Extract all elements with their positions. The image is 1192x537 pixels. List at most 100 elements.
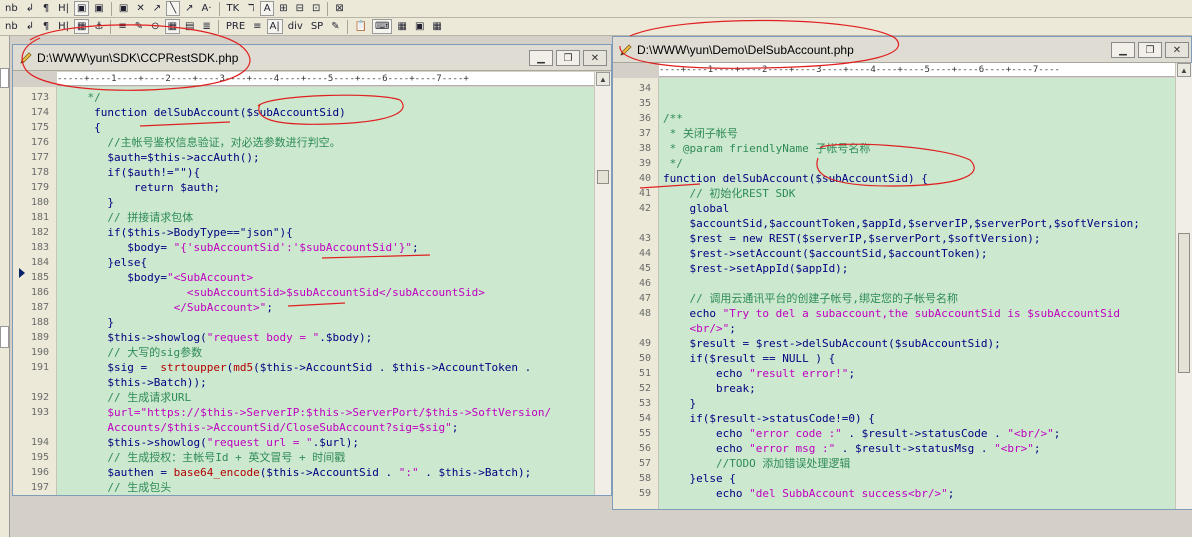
panel-handle[interactable] <box>0 68 9 88</box>
restore-button[interactable]: ❐ <box>556 50 580 66</box>
toolbar-button[interactable]: ▣ <box>91 1 106 16</box>
code-line[interactable]: */ <box>663 156 1175 171</box>
toolbar-button[interactable]: ▦ <box>164 19 181 34</box>
close-button[interactable]: ✕ <box>1165 42 1189 58</box>
code-line[interactable]: if($auth!=""){ <box>61 165 594 180</box>
toolbar-button[interactable]: ¶ <box>39 19 53 34</box>
code-line[interactable]: echo "error code :" . $result->statusCod… <box>663 426 1175 441</box>
toolbar-button[interactable]: ⊟ <box>293 1 307 16</box>
code-line[interactable]: // 拼接请求包体 <box>61 210 594 225</box>
scroll-thumb[interactable] <box>1178 233 1190 373</box>
scroll-thumb[interactable] <box>597 170 609 184</box>
toolbar-button[interactable]: H| <box>55 19 72 34</box>
code-line[interactable]: $sig = strtoupper(md5($this->AccountSid … <box>61 360 594 375</box>
toolbar-button[interactable]: nb <box>2 1 21 16</box>
code-line[interactable]: function delSubAccount($subAccountSid) <box>61 105 594 120</box>
code-line[interactable]: echo "del SubbAccount success<br/>"; <box>663 486 1175 501</box>
restore-button[interactable]: ❐ <box>1138 42 1162 58</box>
toolbar-button[interactable]: A· <box>199 1 215 16</box>
toolbar-button[interactable]: ╲ <box>166 1 181 16</box>
code-editor[interactable]: /** * 关闭子帐号 * @param friendlyName 子帐号名称 … <box>659 78 1175 509</box>
toolbar-button[interactable]: ▦ <box>73 19 90 34</box>
code-line[interactable]: $this->showlog("request body = ".$body); <box>61 330 594 345</box>
code-line[interactable]: echo "result error!"; <box>663 366 1175 381</box>
code-line[interactable]: Accounts/$this->AccountSid/CloseSubAccou… <box>61 420 594 435</box>
toolbar-button[interactable]: ▦ <box>429 19 444 34</box>
code-line[interactable]: } <box>61 195 594 210</box>
toolbar-button[interactable]: ↲ <box>23 1 37 16</box>
code-line[interactable]: */ <box>61 90 594 105</box>
toolbar-button[interactable]: ↗ <box>182 1 196 16</box>
code-line[interactable] <box>663 276 1175 291</box>
code-line[interactable]: $body= "{'subAccountSid':'$subAccountSid… <box>61 240 594 255</box>
code-line[interactable]: break; <box>663 381 1175 396</box>
toolbar-button[interactable]: ▣ <box>412 19 427 34</box>
code-line[interactable]: * 关闭子帐号 <box>663 126 1175 141</box>
toolbar-button[interactable]: ⊞ <box>276 1 290 16</box>
code-line[interactable]: // 生成包头 <box>61 480 594 495</box>
toolbar-button[interactable]: nb <box>2 19 21 34</box>
code-line[interactable]: echo "error msg :" . $result->statusMsg … <box>663 441 1175 456</box>
code-line[interactable]: $url="https://$this->ServerIP:$this->Ser… <box>61 405 594 420</box>
window-titlebar[interactable]: D:\WWW\yun\SDK\CCPRestSDK.php ▁ ❐ ✕ <box>13 45 611 71</box>
toolbar-button[interactable]: ⊡ <box>309 1 323 16</box>
code-line[interactable]: if($result == NULL ) { <box>663 351 1175 366</box>
toolbar-button[interactable]: ▣ <box>116 1 131 16</box>
code-line[interactable]: } <box>663 396 1175 411</box>
code-line[interactable]: // 生成请求URL <box>61 390 594 405</box>
code-line[interactable]: // 调用云通讯平台的创建子帐号,绑定您的子帐号名称 <box>663 291 1175 306</box>
code-line[interactable]: $this->Batch)); <box>61 375 594 390</box>
code-line[interactable] <box>663 96 1175 111</box>
code-line[interactable]: $body="<SubAccount> <box>61 270 594 285</box>
toolbar-button[interactable]: ▦ <box>394 19 409 34</box>
toolbar-button[interactable]: ⚓ <box>91 19 106 34</box>
code-line[interactable]: $rest = new REST($serverIP,$serverPort,$… <box>663 231 1175 246</box>
toolbar-button[interactable]: ✎ <box>132 19 146 34</box>
scroll-up-button[interactable]: ▲ <box>1177 63 1191 77</box>
panel-handle[interactable] <box>0 326 9 348</box>
code-line[interactable]: $rest->setAppId($appId); <box>663 261 1175 276</box>
toolbar-button[interactable]: 📋 <box>352 19 370 34</box>
toolbar-button[interactable]: ¶ <box>39 1 53 16</box>
code-editor[interactable]: */ function delSubAccount($subAccountSid… <box>57 87 594 495</box>
code-line[interactable]: <br/>"; <box>663 321 1175 336</box>
code-line[interactable]: //主帐号鉴权信息验证，对必选参数进行判空。 <box>61 135 594 150</box>
code-line[interactable]: $rest->setAccount($accountSid,$accountTo… <box>663 246 1175 261</box>
toolbar-button[interactable]: ⊠ <box>332 1 346 16</box>
toolbar-button[interactable]: ✕ <box>133 1 147 16</box>
toolbar-button[interactable]: SP <box>308 19 326 34</box>
code-line[interactable]: $accountSid,$accountToken,$appId,$server… <box>663 216 1175 231</box>
code-line[interactable]: </SubAccount>"; <box>61 300 594 315</box>
code-line[interactable]: $this->showlog("request url = ".$url); <box>61 435 594 450</box>
minimize-button[interactable]: ▁ <box>529 50 553 66</box>
code-line[interactable]: $authen = base64_encode($this->AccountSi… <box>61 465 594 480</box>
code-line[interactable]: function delSubAccount($subAccountSid) { <box>663 171 1175 186</box>
toolbar-button[interactable]: ▤ <box>182 19 197 34</box>
toolbar-button[interactable]: A| <box>266 19 283 34</box>
close-button[interactable]: ✕ <box>583 50 607 66</box>
code-line[interactable]: <subAccountSid>$subAccountSid</subAccoun… <box>61 285 594 300</box>
code-line[interactable]: global <box>663 201 1175 216</box>
toolbar-button[interactable]: ⌨ <box>372 19 393 34</box>
code-line[interactable]: $result = $rest->delSubAccount($subAccou… <box>663 336 1175 351</box>
code-line[interactable]: * @param friendlyName 子帐号名称 <box>663 141 1175 156</box>
code-line[interactable]: if($result->statusCode!=0) { <box>663 411 1175 426</box>
toolbar-button[interactable]: ≡ <box>250 19 264 34</box>
code-line[interactable]: //TODO 添加错误处理逻辑 <box>663 456 1175 471</box>
toolbar-button[interactable]: ↗ <box>150 1 164 16</box>
code-line[interactable] <box>663 81 1175 96</box>
toolbar-button[interactable]: PRE <box>223 19 248 34</box>
code-line[interactable]: $auth=$this->accAuth(); <box>61 150 594 165</box>
toolbar-button[interactable]: div <box>285 19 306 34</box>
toolbar-button[interactable]: A <box>260 1 275 16</box>
code-line[interactable]: /** <box>663 111 1175 126</box>
code-line[interactable]: }else{ <box>61 255 594 270</box>
code-line[interactable]: // 大写的sig参数 <box>61 345 594 360</box>
toolbar-button[interactable]: ≣ <box>199 19 213 34</box>
toolbar-button[interactable]: ✎ <box>328 19 342 34</box>
code-line[interactable]: }else { <box>663 471 1175 486</box>
code-line[interactable]: // 生成授权：主帐号Id + 英文冒号 + 时间戳 <box>61 450 594 465</box>
code-line[interactable]: return $auth; <box>61 180 594 195</box>
vertical-scrollbar[interactable]: ▲ <box>1175 63 1192 509</box>
toolbar-button[interactable]: ▣ <box>73 1 90 16</box>
